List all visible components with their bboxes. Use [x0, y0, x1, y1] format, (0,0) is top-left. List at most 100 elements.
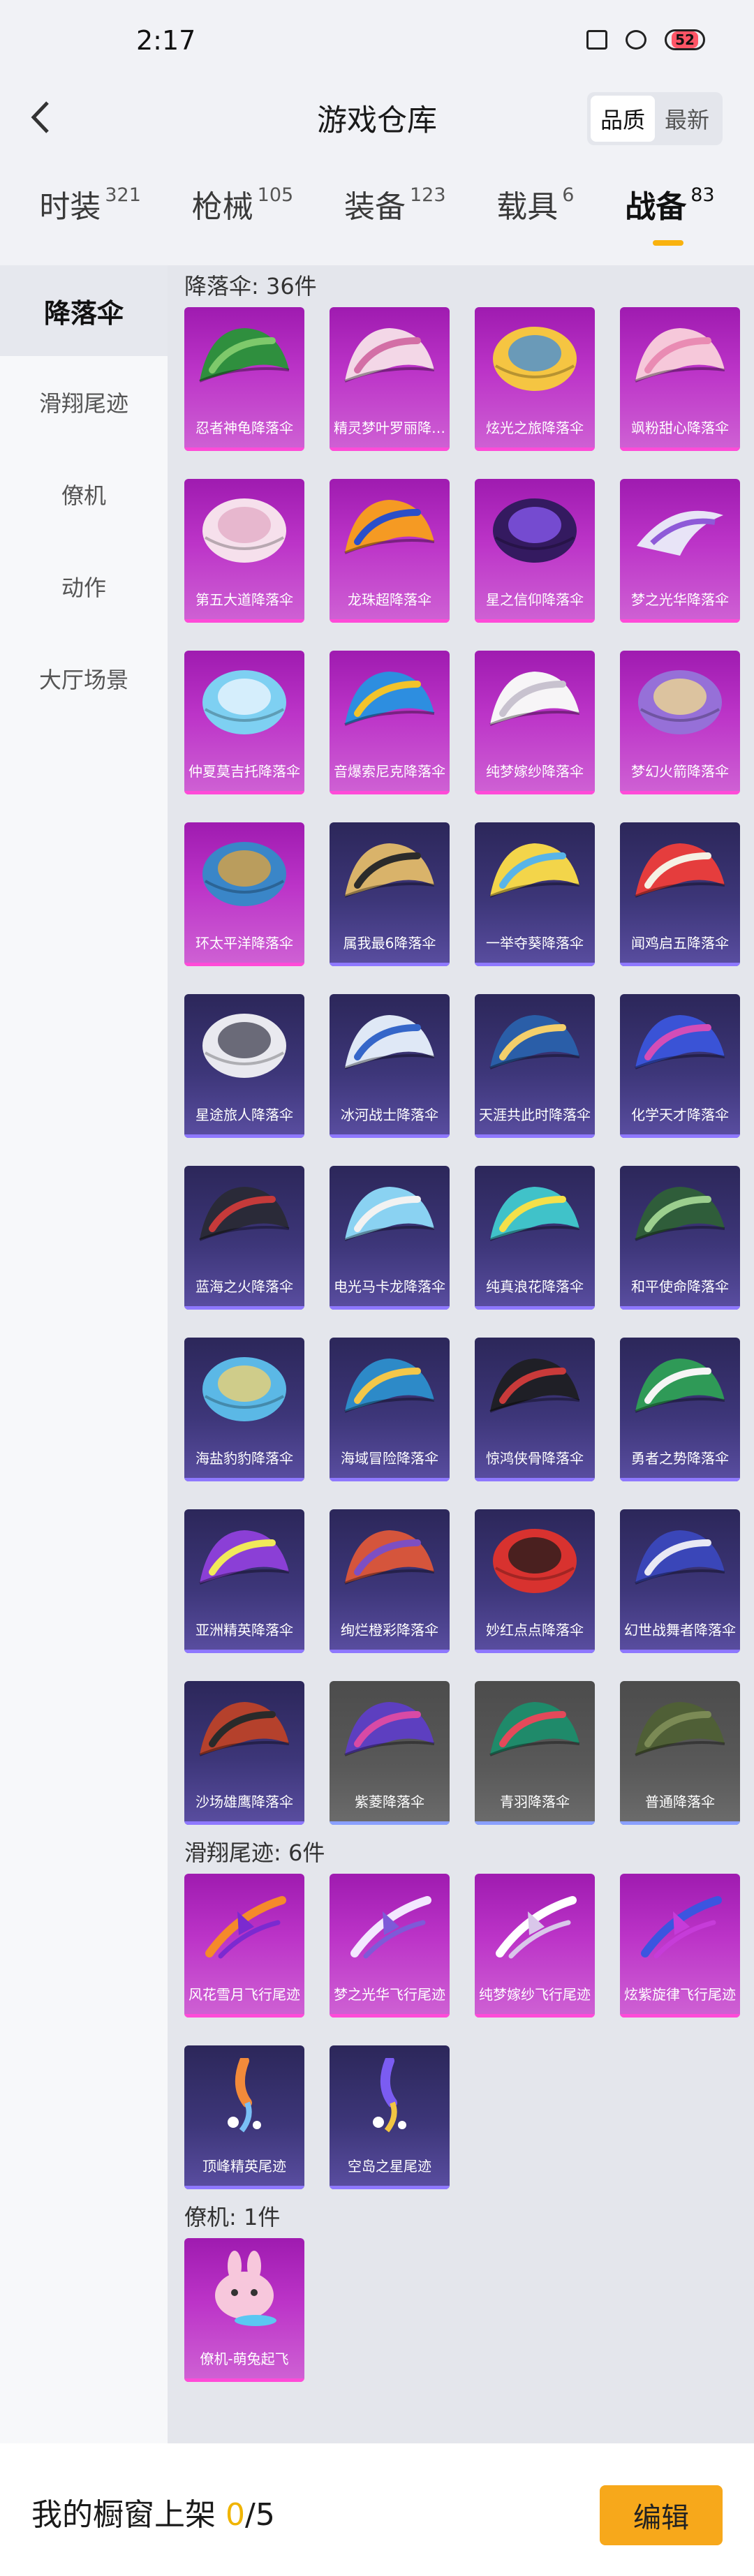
item-card[interactable]: 电光马卡龙降落伞: [330, 1166, 450, 1310]
item-card[interactable]: 闻鸡启五降落伞: [620, 822, 740, 966]
item-card[interactable]: 惊鸿侠骨降落伞: [475, 1338, 595, 1481]
item-card[interactable]: 飒粉甜心降落伞: [620, 307, 740, 451]
item-image: [344, 1359, 435, 1413]
item-image: [344, 1015, 435, 1069]
item-name: 飒粉甜心降落伞: [631, 420, 729, 436]
item-name: 天涯共此时降落伞: [479, 1106, 591, 1123]
signal-icon: [626, 30, 646, 50]
item-card[interactable]: 妙红点点降落伞: [475, 1509, 595, 1653]
tab-combat-gear[interactable]: 战备 83: [625, 182, 715, 246]
item-card[interactable]: 环太平洋降落伞: [184, 822, 304, 966]
item-card[interactable]: 天涯共此时降落伞: [475, 994, 595, 1138]
rarity-bar: [184, 619, 304, 623]
item-card[interactable]: 空岛之星尾迹: [330, 2045, 450, 2189]
item-card[interactable]: 音爆索尼克降落伞: [330, 651, 450, 794]
sidebar-item-lobby-scene[interactable]: 大厅场景: [0, 632, 168, 725]
item-card[interactable]: 梦之光华飞行尾迹: [330, 1874, 450, 2018]
item-image: [344, 1187, 435, 1241]
item-card[interactable]: 海盐豹豹降落伞: [184, 1338, 304, 1481]
item-card[interactable]: 梦幻火箭降落伞: [620, 651, 740, 794]
item-card[interactable]: 梦之光华降落伞: [620, 479, 740, 623]
tab-fashion[interactable]: 时装 321: [39, 182, 141, 226]
rarity-bar: [330, 1478, 450, 1481]
item-card[interactable]: 仲夏莫吉托降落伞: [184, 651, 304, 794]
item-name: 电光马卡龙降落伞: [334, 1278, 445, 1295]
status-bar: 2:17 52: [0, 0, 754, 77]
rarity-bar: [330, 2186, 450, 2189]
edit-button[interactable]: 编辑: [600, 2485, 723, 2545]
item-card[interactable]: 亚洲精英降落伞: [184, 1509, 304, 1653]
sidebar-item-glide-trail[interactable]: 滑翔尾迹: [0, 356, 168, 448]
header: 游戏仓库 品质 最新: [0, 77, 754, 161]
rarity-bar: [475, 1134, 595, 1138]
tab-vehicles[interactable]: 载具 6: [496, 182, 574, 226]
sort-option-latest[interactable]: 最新: [655, 96, 719, 142]
item-name: 仲夏莫吉托降落伞: [188, 763, 300, 780]
item-list: 降落伞: 36件忍者神龟降落伞 精灵梦叶罗丽降落伞 炫光之旅降落伞 飒粉甜心降落伞第五…: [168, 265, 754, 2443]
item-card[interactable]: 忍者神龟降落伞: [184, 307, 304, 451]
item-card[interactable]: 纯真浪花降落伞: [475, 1166, 595, 1310]
item-card[interactable]: 精灵梦叶罗丽降落伞: [330, 307, 450, 451]
rarity-bar: [620, 1650, 740, 1653]
item-card[interactable]: 属我最6降落伞: [330, 822, 450, 966]
item-name: 龙珠超降落伞: [348, 591, 431, 608]
item-card[interactable]: 普通降落伞: [620, 1681, 740, 1825]
item-card[interactable]: 炫光之旅降落伞: [475, 307, 595, 451]
item-card[interactable]: 海域冒险降落伞: [330, 1338, 450, 1481]
item-card[interactable]: 纯梦嫁纱降落伞: [475, 651, 595, 794]
item-name: 风花雪月飞行尾迹: [188, 1986, 300, 2003]
rarity-bar: [184, 1478, 304, 1481]
section-title: 降落伞: 36件: [184, 273, 317, 299]
item-card[interactable]: 勇者之势降落伞: [620, 1338, 740, 1481]
item-card[interactable]: 蓝海之火降落伞: [184, 1166, 304, 1310]
item-card[interactable]: 沙场雄鹰降落伞: [184, 1681, 304, 1825]
item-card[interactable]: 绚烂橙彩降落伞: [330, 1509, 450, 1653]
sidebar-item-parachute[interactable]: 降落伞: [0, 265, 168, 356]
item-image: [635, 843, 725, 898]
item-grid: 忍者神龟降落伞 精灵梦叶罗丽降落伞 炫光之旅降落伞 飒粉甜心降落伞第五大道降落伞 龙珠超…: [184, 307, 754, 1825]
tab-count: 105: [257, 184, 294, 206]
item-image: [205, 1896, 286, 1959]
item-name: 惊鸿侠骨降落伞: [486, 1450, 584, 1467]
item-card[interactable]: 紫菱降落伞: [330, 1681, 450, 1825]
item-card[interactable]: 龙珠超降落伞: [330, 479, 450, 623]
item-name: 纯梦嫁纱飞行尾迹: [479, 1986, 591, 2003]
item-card[interactable]: 纯梦嫁纱飞行尾迹: [475, 1874, 595, 2018]
item-card[interactable]: 风花雪月飞行尾迹: [184, 1874, 304, 2018]
item-image: [344, 500, 435, 554]
item-card[interactable]: 青羽降落伞: [475, 1681, 595, 1825]
item-card[interactable]: 顶峰精英尾迹: [184, 2045, 304, 2189]
item-card[interactable]: 第五大道降落伞: [184, 479, 304, 623]
bottom-bar: 我的橱窗上架 0/5 编辑: [0, 2443, 754, 2576]
item-card[interactable]: 炫紫旋律飞行尾迹: [620, 1874, 740, 2018]
item-image: [344, 1530, 435, 1585]
item-image: [344, 328, 435, 383]
item-image: [641, 1896, 722, 1959]
sidebar-item-emote[interactable]: 动作: [0, 540, 168, 632]
item-card[interactable]: 一举夺葵降落伞: [475, 822, 595, 966]
item-image: [350, 1896, 431, 1959]
item-name: 沙场雄鹰降落伞: [195, 1793, 293, 1810]
battery-icon: 52: [665, 29, 705, 50]
item-card[interactable]: 幻世战舞者降落伞: [620, 1509, 740, 1653]
item-card[interactable]: 星之信仰降落伞: [475, 479, 595, 623]
item-card[interactable]: 和平使命降落伞: [620, 1166, 740, 1310]
item-name: 化学天才降落伞: [631, 1106, 729, 1123]
rarity-bar: [330, 791, 450, 794]
item-card[interactable]: 星途旅人降落伞: [184, 994, 304, 1138]
item-image: [496, 1896, 577, 1959]
tab-guns[interactable]: 枪械 105: [192, 182, 294, 226]
status-time: 2:17: [136, 25, 196, 56]
item-name: 音爆索尼克降落伞: [334, 763, 445, 780]
sidebar-item-wingman[interactable]: 僚机: [0, 448, 168, 540]
battery-level: 52: [672, 31, 698, 48]
tab-equipment[interactable]: 装备 123: [344, 182, 446, 226]
item-card[interactable]: 化学天才降落伞: [620, 994, 740, 1138]
rarity-bar: [475, 2014, 595, 2018]
rarity-bar: [475, 619, 595, 623]
rarity-bar: [184, 2378, 304, 2382]
item-card[interactable]: 冰河战士降落伞: [330, 994, 450, 1138]
sort-option-quality[interactable]: 品质: [590, 96, 655, 142]
item-card[interactable]: 僚机-萌兔起飞: [184, 2238, 304, 2382]
rarity-bar: [620, 2014, 740, 2018]
